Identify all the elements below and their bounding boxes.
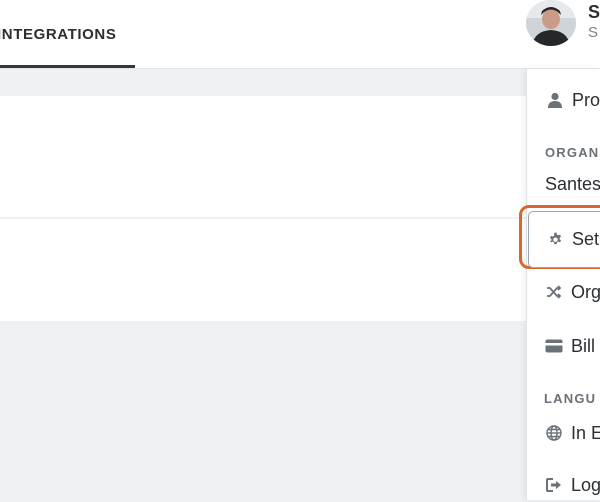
credit-card-icon (545, 337, 563, 355)
menu-item-label: Pro (572, 89, 600, 110)
menu-item-logout[interactable]: Log (526, 468, 600, 502)
top-bar: INTEGRATIONS S S (0, 0, 600, 69)
content-card (0, 96, 527, 217)
gear-icon (546, 230, 564, 248)
menu-item-billing[interactable]: Bill (526, 329, 600, 363)
menu-item-label: Bill (571, 335, 596, 356)
menu-item-organizations[interactable]: Org (526, 275, 600, 309)
avatar-photo-icon (526, 0, 576, 46)
menu-item-settings[interactable]: Set (528, 211, 600, 268)
user-avatar[interactable] (526, 0, 576, 46)
menu-item-label: Log (571, 474, 600, 495)
logout-icon (545, 476, 563, 494)
organization-section-header: ORGAN (545, 145, 600, 160)
shuffle-icon (545, 283, 563, 301)
user-subtitle: S (588, 24, 599, 41)
menu-item-label: Set (572, 228, 600, 249)
organization-name: Santes (545, 174, 600, 194)
menu-item-label: In E (571, 422, 600, 443)
tab-integrations[interactable]: INTEGRATIONS (0, 0, 135, 68)
content-card (0, 219, 527, 321)
globe-icon (545, 424, 563, 442)
settings-row: Set (527, 222, 600, 256)
menu-item-profile[interactable]: Pro (527, 83, 600, 117)
user-name: S (588, 2, 600, 22)
menu-item-language[interactable]: In E (526, 416, 600, 450)
tab-integrations-label: INTEGRATIONS (0, 25, 117, 43)
menu-item-label: Org (571, 281, 600, 302)
user-icon (546, 91, 564, 109)
active-tab-indicator (0, 65, 135, 68)
